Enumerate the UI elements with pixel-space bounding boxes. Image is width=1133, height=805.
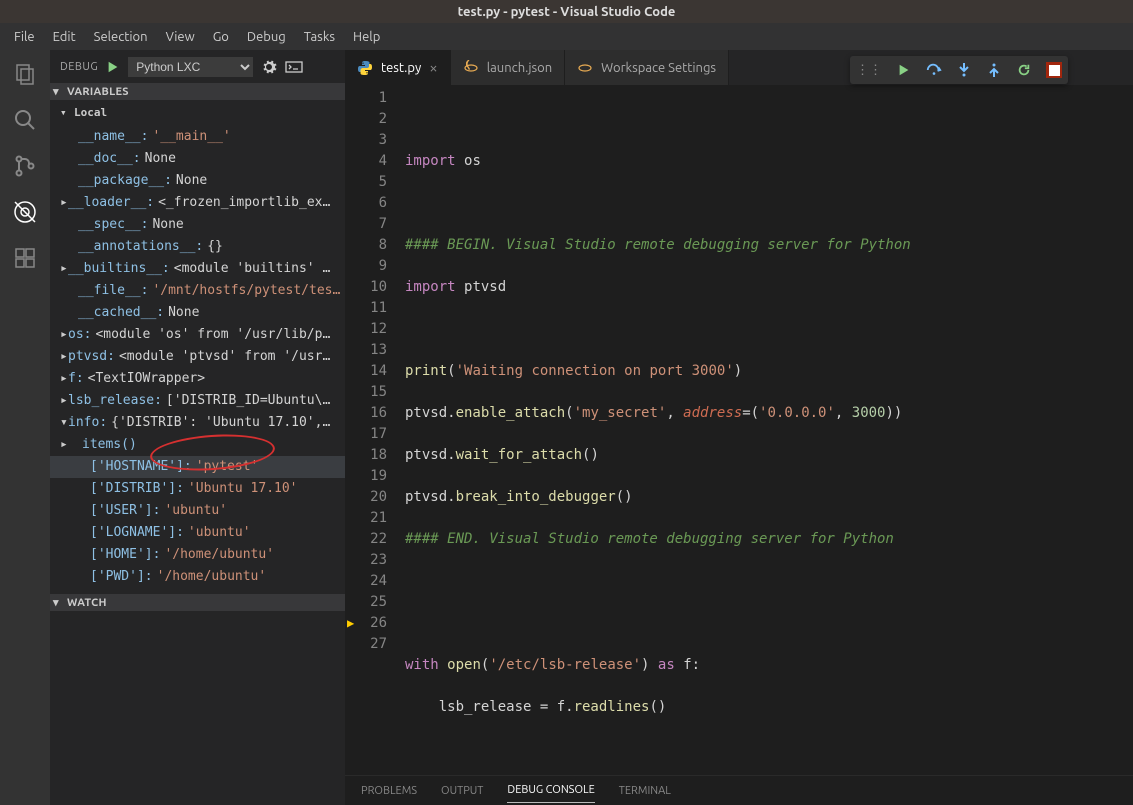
debug-icon[interactable] bbox=[13, 200, 37, 224]
var-row: ['LOGNAME']:'ubuntu' bbox=[50, 522, 345, 544]
menu-selection[interactable]: Selection bbox=[85, 26, 157, 48]
gear-icon[interactable] bbox=[261, 59, 277, 75]
menu-view[interactable]: View bbox=[157, 26, 204, 48]
var-row: ▸items() bbox=[50, 434, 345, 456]
var-row: __name__:'__main__' bbox=[50, 126, 345, 148]
explorer-icon[interactable] bbox=[13, 62, 37, 86]
bottom-panel-tabs: PROBLEMS OUTPUT DEBUG CONSOLE TERMINAL bbox=[345, 775, 1133, 805]
panel-output[interactable]: OUTPUT bbox=[441, 779, 483, 803]
activity-bar bbox=[0, 50, 50, 805]
drag-handle-icon[interactable]: ⋮⋮ bbox=[856, 63, 882, 78]
var-row: ▸__loader__:<_frozen_importlib_ex… bbox=[50, 192, 345, 214]
var-row: ['PWD']:'/home/ubuntu' bbox=[50, 566, 345, 588]
var-row: ▸__builtins__:<module 'builtins' … bbox=[50, 258, 345, 280]
chevron-down-icon: ▾ bbox=[53, 596, 63, 609]
panel-debug-console[interactable]: DEBUG CONSOLE bbox=[507, 778, 594, 803]
menu-bar: File Edit Selection View Go Debug Tasks … bbox=[0, 23, 1133, 50]
editor-area: ⋮⋮ test.py × launch.json Workspace Setti… bbox=[345, 50, 1133, 805]
debug-toolbar[interactable]: ⋮⋮ bbox=[850, 56, 1068, 84]
restart-button[interactable] bbox=[1016, 62, 1032, 78]
var-row: __package__:None bbox=[50, 170, 345, 192]
var-row: ['DISTRIB']:'Ubuntu 17.10' bbox=[50, 478, 345, 500]
extensions-icon[interactable] bbox=[13, 246, 37, 270]
close-icon[interactable]: × bbox=[429, 59, 437, 76]
menu-debug[interactable]: Debug bbox=[238, 26, 295, 48]
json-icon bbox=[463, 60, 479, 76]
debug-label: DEBUG bbox=[60, 61, 98, 73]
menu-tasks[interactable]: Tasks bbox=[295, 26, 344, 48]
menu-file[interactable]: File bbox=[5, 26, 44, 48]
variables-tree[interactable]: ▾Local __name__:'__main__' __doc__:None … bbox=[50, 100, 345, 588]
execution-pointer-icon: ▶ bbox=[347, 613, 354, 634]
var-row: __file__:'/mnt/hostfs/pytest/tes… bbox=[50, 280, 345, 302]
step-over-button[interactable] bbox=[926, 62, 942, 78]
line-gutter: 1234567891011121314151617181920212223242… bbox=[345, 85, 405, 775]
continue-button[interactable] bbox=[896, 62, 912, 78]
search-icon[interactable] bbox=[13, 108, 37, 132]
code-content[interactable]: import os #### BEGIN. Visual Studio remo… bbox=[405, 85, 911, 775]
debug-side-panel: DEBUG Python LXC ▾ VARIABLES ▾Local __na… bbox=[50, 50, 345, 805]
var-row: __spec__:None bbox=[50, 214, 345, 236]
var-row: ['USER']:'ubuntu' bbox=[50, 500, 345, 522]
json-icon bbox=[577, 60, 593, 76]
chevron-down-icon: ▾ bbox=[53, 85, 63, 98]
start-debug-button[interactable] bbox=[106, 60, 120, 74]
python-icon bbox=[357, 60, 373, 76]
debug-console-icon[interactable] bbox=[285, 61, 301, 73]
code-editor[interactable]: 1234567891011121314151617181920212223242… bbox=[345, 85, 1133, 775]
tab-launch-json[interactable]: launch.json bbox=[451, 50, 565, 85]
var-row: __doc__:None bbox=[50, 148, 345, 170]
menu-edit[interactable]: Edit bbox=[44, 26, 85, 48]
var-row: ▸f:<TextIOWrapper> bbox=[50, 368, 345, 390]
var-row: ['HOME']:'/home/ubuntu' bbox=[50, 544, 345, 566]
watch-section-header[interactable]: ▾ WATCH bbox=[50, 594, 345, 611]
panel-terminal[interactable]: TERMINAL bbox=[619, 779, 671, 803]
tab-test-py[interactable]: test.py × bbox=[345, 50, 451, 85]
step-out-button[interactable] bbox=[986, 62, 1002, 78]
window-title: test.py - pytest - Visual Studio Code bbox=[458, 5, 676, 19]
git-icon[interactable] bbox=[13, 154, 37, 178]
title-bar: test.py - pytest - Visual Studio Code bbox=[0, 0, 1133, 23]
watch-label: WATCH bbox=[67, 597, 107, 609]
menu-go[interactable]: Go bbox=[204, 26, 238, 48]
var-row-hostname: ['HOSTNAME']:'pytest' bbox=[50, 456, 345, 478]
step-into-button[interactable] bbox=[956, 62, 972, 78]
scope-local[interactable]: ▾Local bbox=[50, 100, 345, 126]
variables-label: VARIABLES bbox=[67, 86, 129, 98]
tab-label: Workspace Settings bbox=[601, 61, 716, 75]
var-row: ▸os:<module 'os' from '/usr/lib/p… bbox=[50, 324, 345, 346]
var-row: ▸lsb_release:['DISTRIB_ID=Ubuntu\… bbox=[50, 390, 345, 412]
tab-workspace-settings[interactable]: Workspace Settings bbox=[565, 50, 729, 85]
stop-button[interactable] bbox=[1046, 62, 1062, 78]
panel-problems[interactable]: PROBLEMS bbox=[361, 779, 417, 803]
menu-help[interactable]: Help bbox=[344, 26, 389, 48]
debug-header: DEBUG Python LXC bbox=[50, 50, 345, 83]
var-row: __cached__:None bbox=[50, 302, 345, 324]
var-row: ▾info:{'DISTRIB': 'Ubuntu 17.10',… bbox=[50, 412, 345, 434]
variables-section-header[interactable]: ▾ VARIABLES bbox=[50, 83, 345, 100]
var-row: ▸ptvsd:<module 'ptvsd' from '/usr… bbox=[50, 346, 345, 368]
var-row: __annotations__:{} bbox=[50, 236, 345, 258]
debug-config-select[interactable]: Python LXC bbox=[128, 57, 253, 77]
tab-label: launch.json bbox=[487, 61, 552, 75]
tab-label: test.py bbox=[381, 61, 421, 75]
